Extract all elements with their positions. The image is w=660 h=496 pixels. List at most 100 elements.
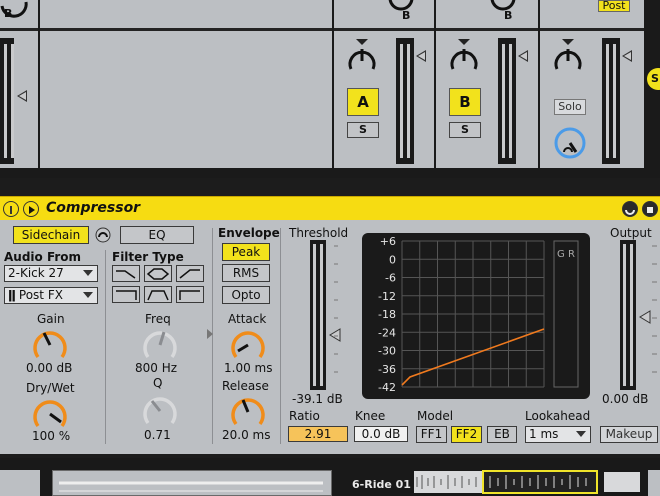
chevron-down-icon (83, 292, 93, 298)
envelope-label: Envelope (218, 226, 280, 240)
mixer-section: B B A S B B S Post Solo S (0, 0, 660, 178)
threshold-meter (310, 240, 326, 390)
chevron-down-icon (83, 270, 93, 276)
waveform-thumb-end[interactable] (604, 472, 640, 492)
live-window: B B A S B B S Post Solo S Compressor Sid… (0, 0, 660, 496)
sidechain-toggle[interactable]: Sidechain (13, 226, 89, 244)
output-slider-handle[interactable] (638, 309, 652, 325)
post-button[interactable]: Post (598, 0, 630, 12)
pan-knob[interactable] (446, 39, 482, 79)
solo-button[interactable]: Solo (554, 99, 586, 115)
post-fx-select[interactable]: ǁ Post FX (4, 287, 98, 304)
send-b-knob[interactable] (386, 0, 416, 20)
q-label: Q (153, 376, 163, 390)
rms-button[interactable]: RMS (222, 264, 270, 282)
filter-highshelf-button[interactable] (176, 286, 204, 303)
model-ff1-button[interactable]: FF1 (416, 426, 447, 443)
scrollbar-edge[interactable] (648, 470, 660, 496)
mixer-strip-1: B A S (334, 0, 434, 168)
pan-knob[interactable] (344, 39, 380, 79)
attack-knob[interactable] (228, 327, 268, 361)
knee-field[interactable]: 0.0 dB (354, 426, 408, 442)
device-save-icon[interactable] (622, 201, 638, 217)
release-label: Release (222, 379, 269, 393)
solo-button[interactable]: S (347, 122, 379, 138)
send-b-knob[interactable] (488, 0, 518, 20)
clip-name: 6-Ride 01 (352, 478, 411, 491)
audio-from-label: Audio From (4, 250, 82, 264)
eq-toggle[interactable]: EQ (120, 226, 194, 244)
clip-slot[interactable] (0, 470, 40, 496)
volume-slider-handle[interactable] (17, 90, 27, 102)
volume-slider-handle[interactable] (622, 50, 632, 62)
graph-tick-label: -6 (385, 272, 396, 285)
column-divider (105, 250, 106, 444)
compressor-device: Compressor Sidechain EQ Audio From 2-Kic… (0, 196, 660, 454)
clip-overview[interactable] (52, 470, 332, 496)
volume-slider-handle[interactable] (416, 50, 426, 62)
cue-volume-knob[interactable] (552, 124, 588, 162)
lookahead-select[interactable]: 1 ms (525, 426, 591, 443)
graph-tick-label: -36 (378, 363, 396, 376)
ratio-field[interactable]: 2.91 (288, 426, 348, 442)
gain-reduction-meter (553, 240, 579, 388)
q-value: 0.71 (144, 428, 171, 442)
graph-tick-label: +6 (380, 235, 396, 248)
gain-knob[interactable] (30, 327, 70, 361)
output-label: Output (610, 226, 652, 240)
level-meter (396, 38, 414, 164)
freq-label: Freq (145, 312, 171, 326)
strip-divider (540, 28, 644, 31)
model-eb-button[interactable]: EB (487, 426, 517, 443)
dry-wet-knob[interactable] (30, 396, 70, 430)
expand-arrow-icon[interactable] (206, 328, 214, 340)
makeup-button[interactable]: Makeup (600, 426, 658, 443)
strip-divider (0, 28, 38, 31)
peak-button[interactable]: Peak (222, 243, 270, 261)
model-ff2-button[interactable]: FF2 (451, 426, 482, 443)
threshold-value: -39.1 dB (292, 392, 343, 406)
output-meter (620, 240, 636, 390)
track-activator-a[interactable]: A (347, 88, 379, 116)
lookahead-label: Lookahead (525, 409, 591, 423)
freq-value: 800 Hz (135, 361, 178, 375)
graph-tick-label: -12 (378, 290, 396, 303)
level-meter (498, 38, 516, 164)
lookahead-value: 1 ms (529, 427, 559, 441)
pan-knob[interactable] (550, 39, 586, 79)
device-activator-icon[interactable] (3, 201, 19, 217)
audio-from-value: 2-Kick 27 (8, 266, 64, 280)
mixer-strip-2: B B S (436, 0, 538, 168)
clip-loop-region[interactable] (482, 470, 598, 494)
q-knob[interactable] (140, 393, 180, 427)
release-knob[interactable] (228, 394, 268, 428)
filter-lowpass-button[interactable] (112, 265, 140, 282)
dry-wet-label: Dry/Wet (26, 381, 75, 395)
filter-lowshelf-button[interactable] (112, 286, 140, 303)
post-fx-value: Post FX (18, 288, 63, 302)
opto-button[interactable]: Opto (222, 286, 270, 304)
device-hotswap-icon[interactable] (23, 201, 39, 217)
device-fold-icon[interactable] (642, 201, 658, 217)
filter-highpass-button[interactable] (176, 265, 204, 282)
side-badge[interactable]: S (647, 68, 660, 90)
gain-value: 0.00 dB (26, 361, 73, 375)
volume-slider-handle[interactable] (518, 50, 528, 62)
waveform-thumb[interactable] (414, 471, 482, 493)
ratio-label: Ratio (289, 409, 320, 423)
send-b-knob[interactable] (0, 0, 30, 22)
filter-bandpass-button[interactable] (144, 265, 172, 282)
knee-label: Knee (355, 409, 386, 423)
solo-button[interactable]: S (449, 122, 481, 138)
graph-tick-label: -42 (378, 381, 396, 394)
strip-divider (334, 28, 434, 31)
filter-type-label: Filter Type (112, 250, 184, 264)
track-activator-b[interactable]: B (449, 88, 481, 116)
audio-from-select[interactable]: 2-Kick 27 (4, 265, 98, 282)
graph-tick-label: 0 (389, 253, 396, 266)
freq-knob[interactable] (140, 327, 180, 361)
sidechain-listen-icon[interactable] (95, 227, 111, 243)
mixer-strip-3: Post Solo (540, 0, 644, 168)
output-scale (652, 245, 657, 373)
filter-peak-button[interactable] (144, 286, 172, 303)
